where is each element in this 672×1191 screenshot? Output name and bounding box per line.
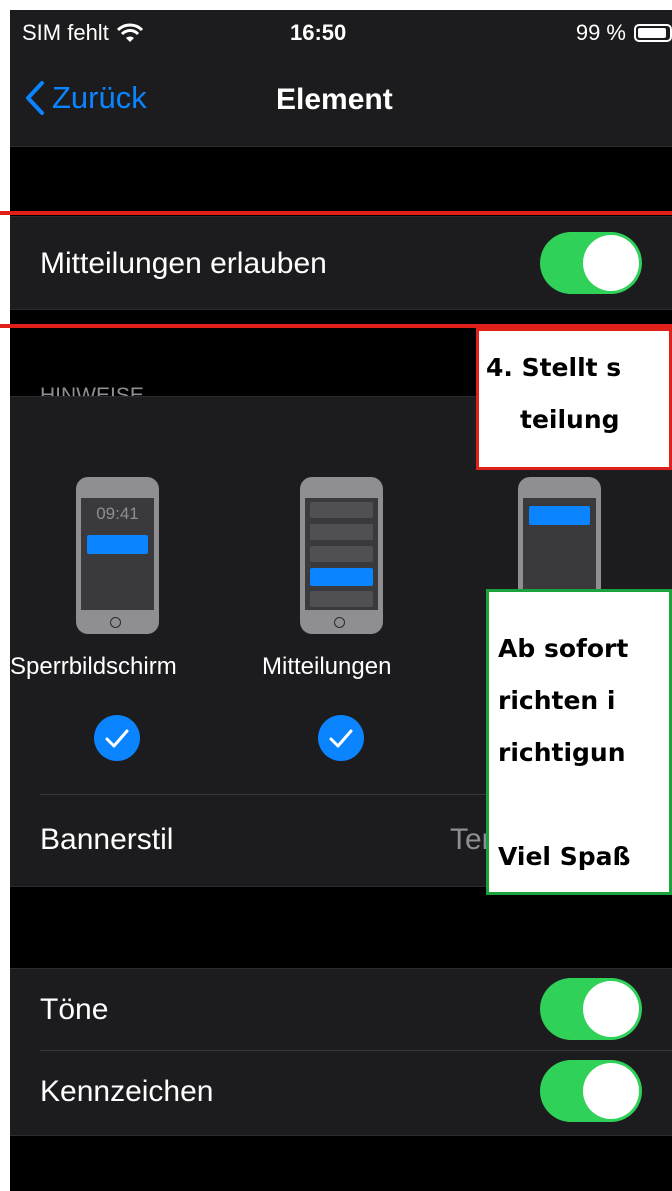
- battery-icon: [634, 24, 672, 42]
- annotation-step-4-line-1: 4. Stellt s: [486, 353, 622, 382]
- wifi-icon: [116, 23, 143, 42]
- back-button[interactable]: Zurück: [24, 80, 147, 116]
- badges-label: Kennzeichen: [40, 1075, 214, 1108]
- annotation-note-line-4: Viel Spaß: [498, 842, 631, 871]
- notification-center-preview-icon[interactable]: [300, 477, 383, 634]
- status-bar: SIM fehlt 16:50 99 %: [10, 10, 672, 54]
- navigation-bar: Zurück Element: [10, 54, 672, 147]
- annotation-note-line-1: Ab sofort: [498, 634, 629, 663]
- annotation-step-4-line-2: teilung: [520, 405, 620, 434]
- page-title: Element: [276, 83, 393, 116]
- notification-center-label: Mitteilungen: [262, 653, 392, 680]
- status-time: 16:50: [290, 20, 347, 45]
- status-left: SIM fehlt: [22, 20, 143, 46]
- back-label: Zurück: [52, 80, 147, 115]
- lock-screen-checkmark[interactable]: [94, 715, 140, 761]
- annotation-step-4: 4. Stellt s teilung: [476, 328, 672, 470]
- chevron-left-icon: [26, 81, 44, 115]
- annotation-note-line-2: richten i: [498, 686, 616, 715]
- battery-percent: 99 %: [575, 20, 626, 45]
- divider: [40, 1050, 672, 1051]
- allow-notifications-row: Mitteilungen erlauben: [10, 216, 672, 310]
- notification-center-checkmark[interactable]: [318, 715, 364, 761]
- lock-screen-time: 09:41: [96, 504, 139, 523]
- carrier-text: SIM fehlt: [22, 20, 109, 45]
- annotation-note: Ab sofort richten i richtigun Viel Spaß: [486, 589, 672, 895]
- lock-screen-preview-icon[interactable]: 09:41: [76, 477, 159, 634]
- annotation-note-line-3: richtigun: [498, 738, 626, 767]
- badges-toggle[interactable]: [540, 1060, 642, 1122]
- checkmark-icon: [329, 729, 353, 748]
- sounds-toggle[interactable]: [540, 978, 642, 1040]
- lock-screen-label: Sperrbildschirm: [10, 653, 177, 680]
- highlight-line-top: [0, 211, 672, 215]
- status-right: 99 %: [576, 20, 672, 46]
- sounds-label: Töne: [40, 993, 109, 1026]
- sounds-badges-section: Töne Kennzeichen: [10, 968, 672, 1136]
- allow-notifications-label: Mitteilungen erlauben: [40, 247, 327, 280]
- allow-notifications-toggle[interactable]: [540, 232, 642, 294]
- checkmark-icon: [105, 729, 129, 748]
- banner-style-label: Bannerstil: [40, 823, 174, 856]
